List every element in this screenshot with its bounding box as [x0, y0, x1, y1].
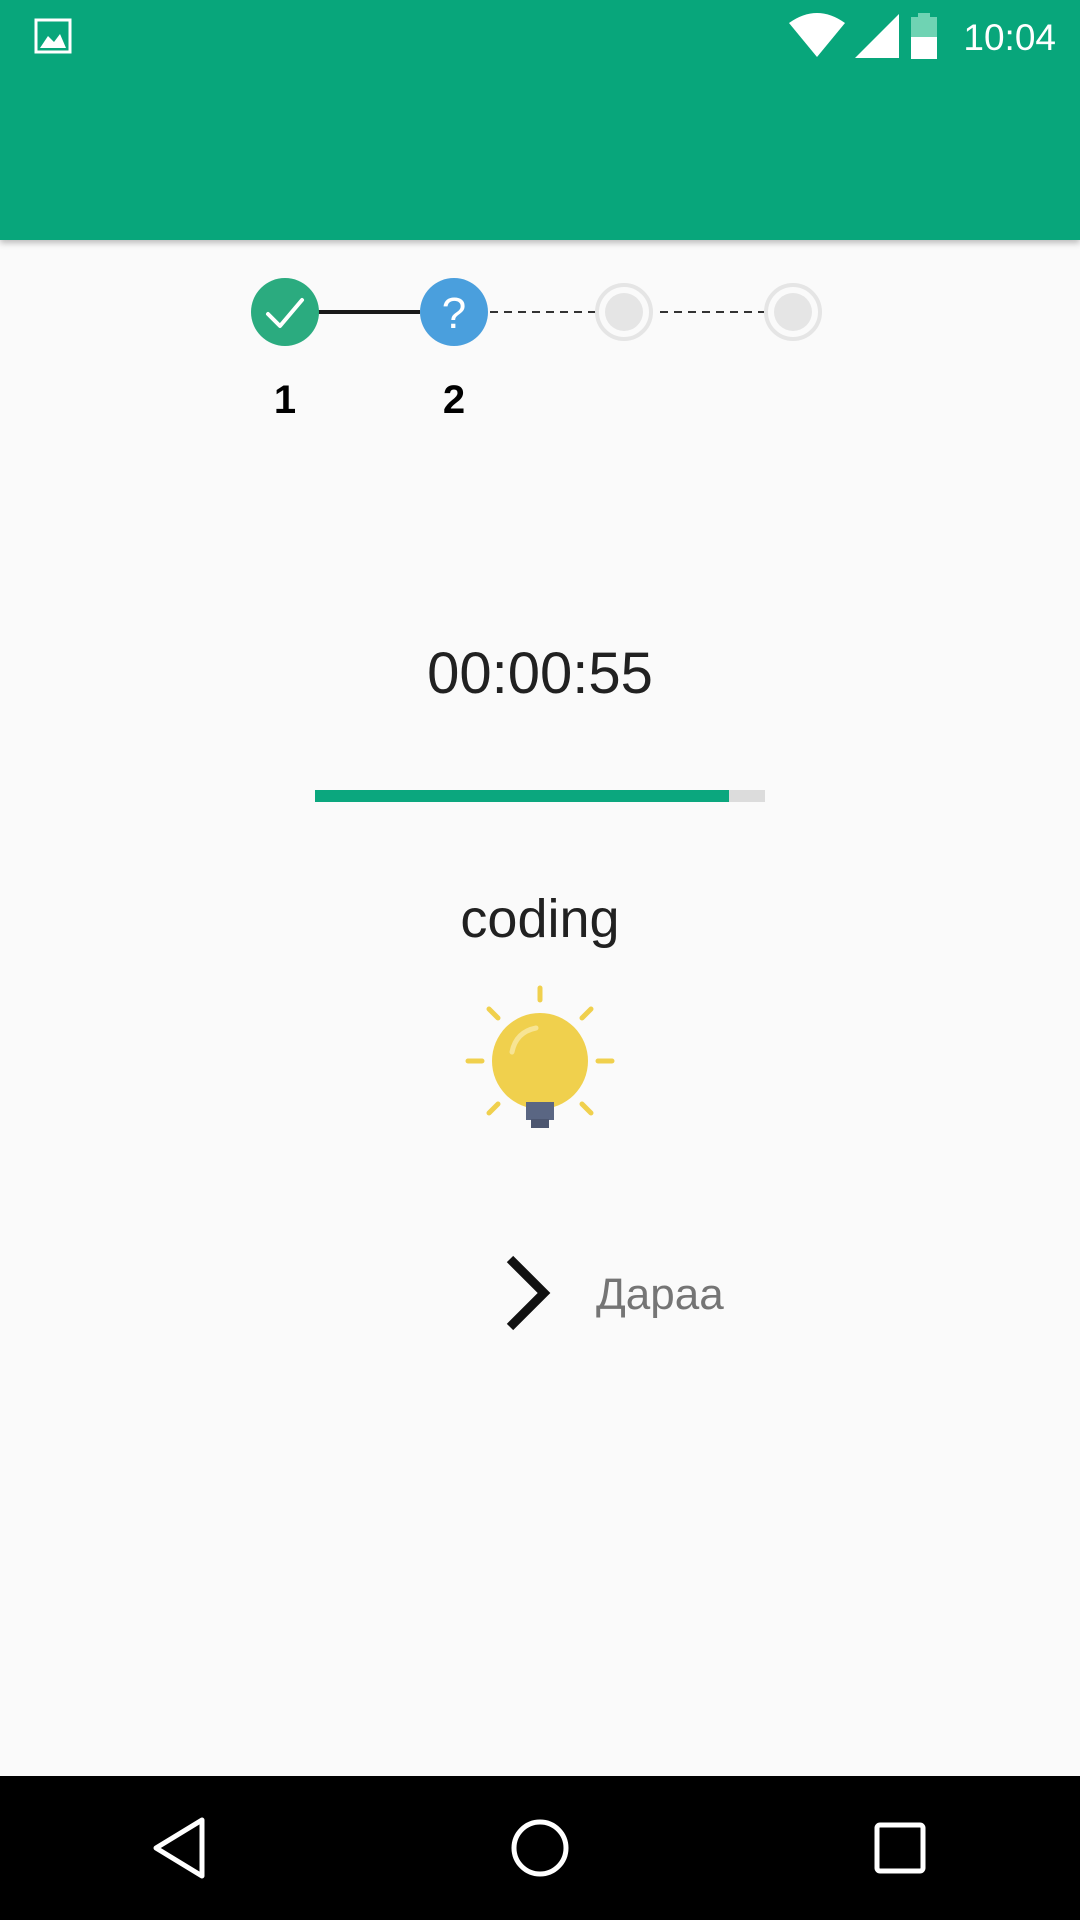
timer-progress-bar: [315, 790, 765, 802]
image-notification-icon: [34, 18, 72, 54]
word-text: coding: [460, 889, 620, 949]
lightbulb-icon: [460, 982, 620, 1152]
wifi-icon: [789, 12, 846, 64]
recents-icon[interactable]: [850, 1798, 950, 1898]
cell-signal-icon: [855, 13, 900, 63]
step-2: ?: [420, 278, 488, 346]
chevron-right-icon: [500, 1253, 556, 1338]
question-icon: ?: [442, 289, 466, 338]
status-bar-right: 10:04: [789, 10, 1056, 66]
step-2-label: 2: [442, 378, 466, 422]
step-indicator: ?: [0, 270, 1080, 430]
app-bar: 10:04: [0, 0, 1080, 240]
step-3: [595, 283, 653, 341]
home-icon[interactable]: [490, 1798, 590, 1898]
stepper-graphic: ?: [251, 278, 822, 346]
system-nav-bar: [0, 1776, 1080, 1920]
pending-dot-icon: [605, 293, 643, 331]
battery-icon: [909, 12, 939, 64]
timer-progress-fill: [315, 790, 729, 802]
back-icon[interactable]: [130, 1798, 230, 1898]
status-clock: 10:04: [963, 17, 1056, 58]
step-1-label: 1: [273, 378, 297, 422]
pending-dot-icon: [774, 293, 812, 331]
step-4: [764, 283, 822, 341]
step-1: [251, 278, 319, 346]
next-button-label: Дараа: [596, 1270, 724, 1319]
next-button[interactable]: Дараа: [500, 1250, 724, 1340]
countdown-timer: 00:00:55: [427, 641, 653, 706]
